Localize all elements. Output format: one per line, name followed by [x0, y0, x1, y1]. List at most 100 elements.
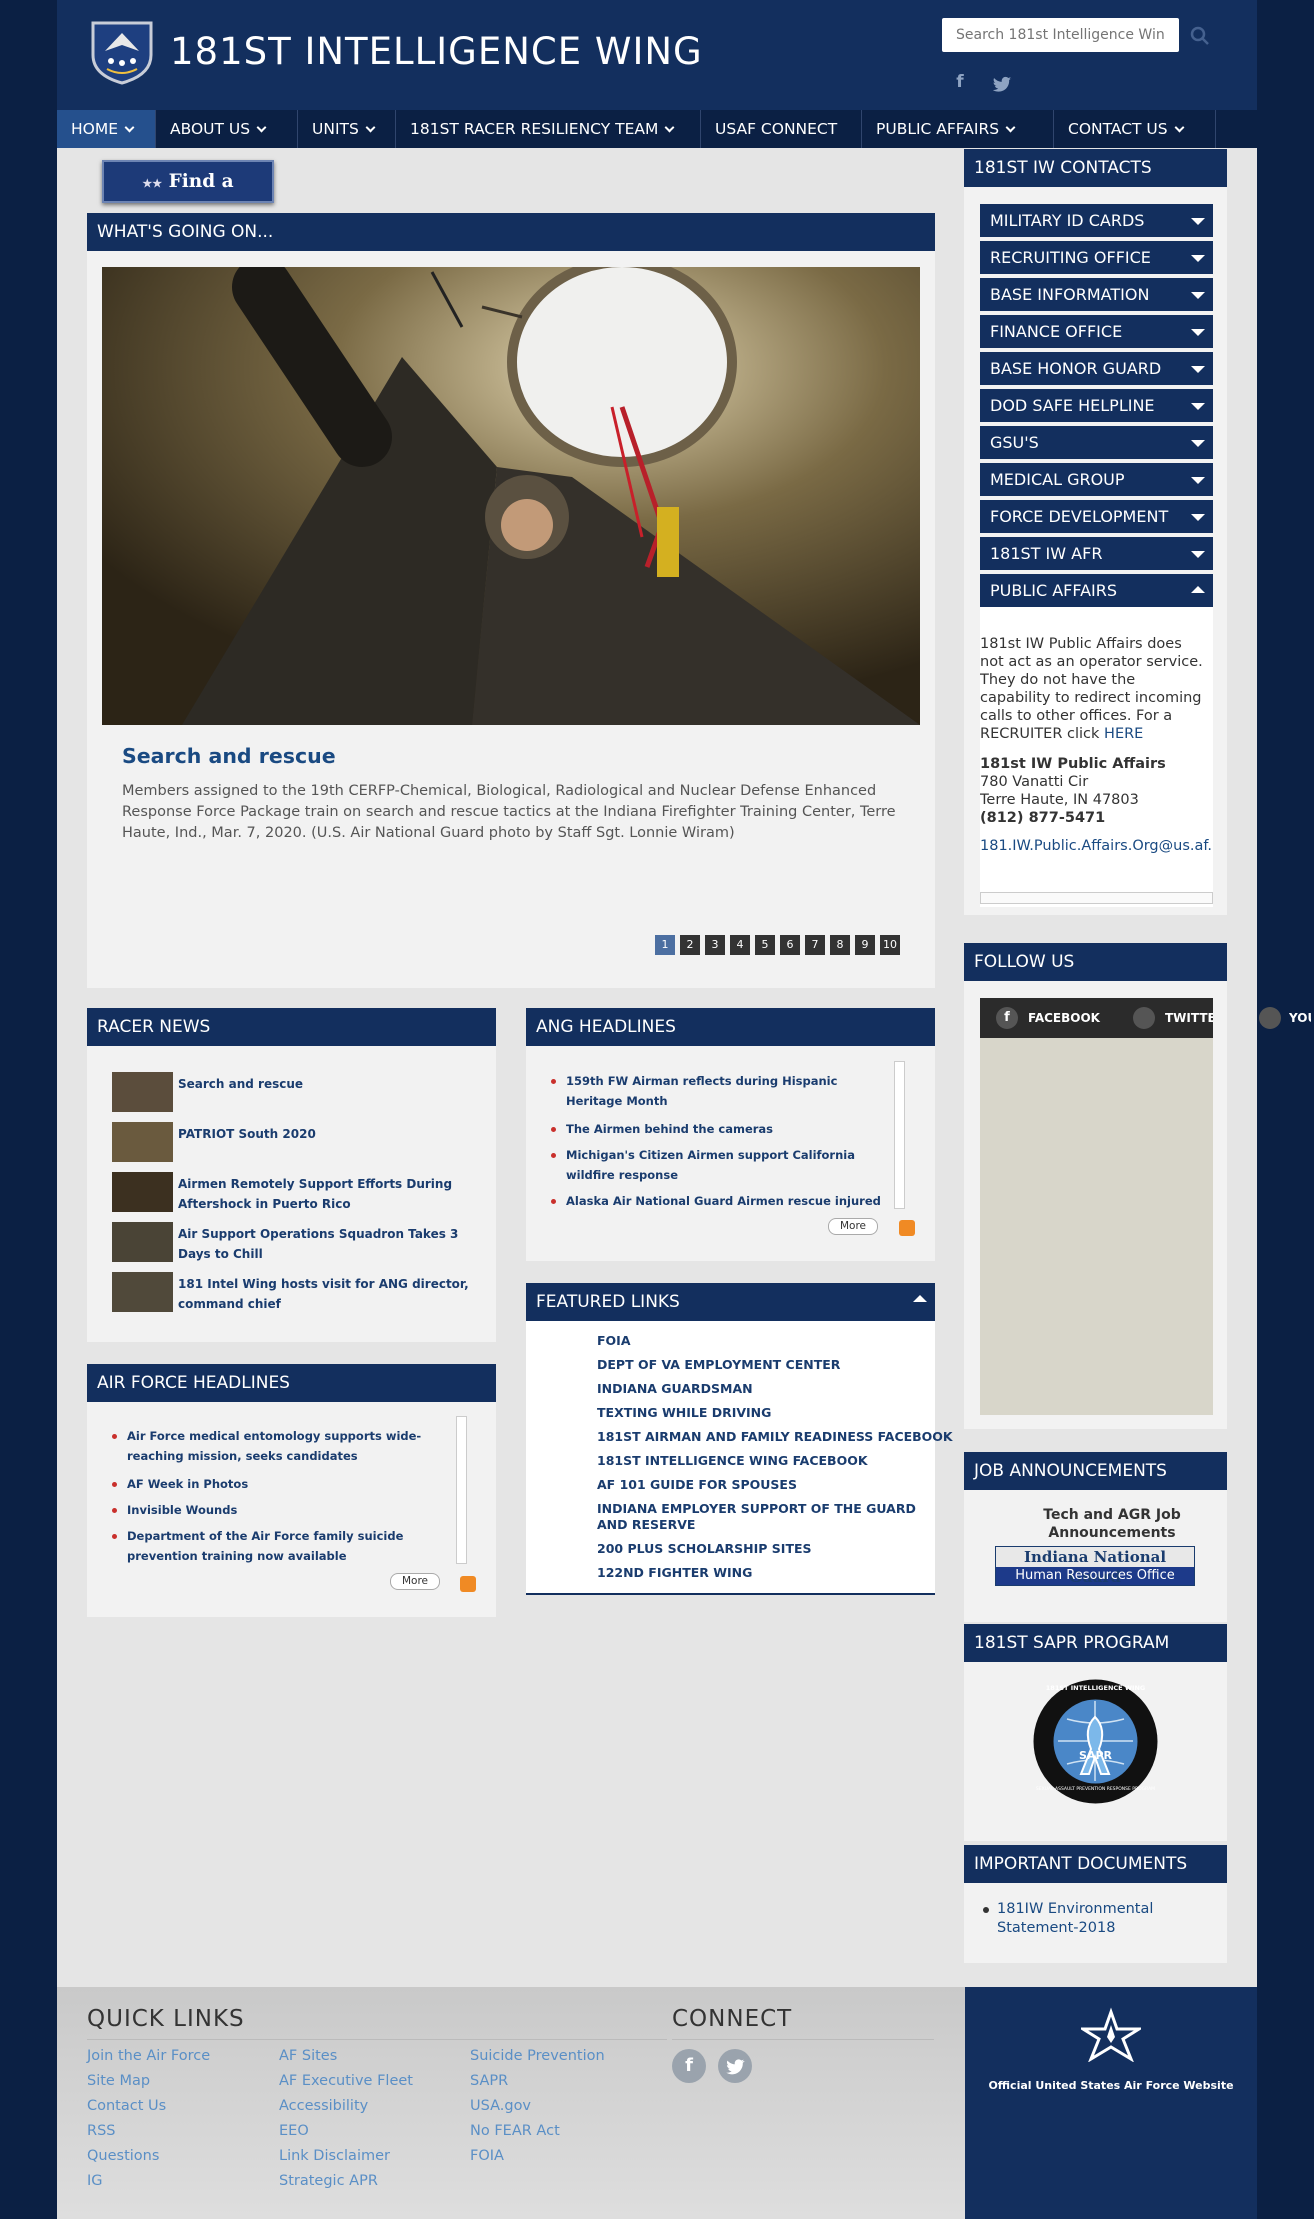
collapse-icon[interactable]	[913, 1295, 927, 1302]
nav-contact-us[interactable]: CONTACT US	[1054, 110, 1216, 148]
nav-usaf-connect[interactable]: USAF CONNECT	[701, 110, 862, 148]
nav-about-us[interactable]: ABOUT US	[156, 110, 298, 148]
tab-facebook[interactable]: FACEBOOK	[1028, 1011, 1100, 1025]
slide-page-1[interactable]: 1	[655, 935, 675, 955]
tab-twitter[interactable]: TWITTER	[1165, 1011, 1213, 1025]
scrollbar[interactable]	[894, 1061, 905, 1209]
news-title[interactable]: Airmen Remotely Support Efforts During A…	[178, 1174, 478, 1214]
accordion-medical[interactable]: MEDICAL GROUP	[980, 463, 1213, 496]
footer-link[interactable]: SAPR	[470, 2073, 508, 2089]
footer-link[interactable]: AF Executive Fleet	[279, 2073, 413, 2089]
accordion-gsus[interactable]: GSU'S	[980, 426, 1213, 459]
twitter-icon[interactable]	[991, 74, 1013, 96]
news-title[interactable]: Air Support Operations Squadron Takes 3 …	[178, 1224, 478, 1264]
nav-resiliency-team[interactable]: 181ST RACER RESILIENCY TEAM	[396, 110, 701, 148]
footer-link[interactable]: EEO	[279, 2123, 309, 2139]
af-website-block[interactable]: Official United States Air Force Website	[965, 1987, 1257, 2219]
list-item[interactable]: Air Force medical entomology supports wi…	[112, 1426, 427, 1466]
pa-recruiter-link[interactable]: HERE	[1104, 726, 1143, 742]
featured-link[interactable]: DEPT OF VA EMPLOYMENT CENTER	[597, 1357, 957, 1373]
list-item[interactable]: The Airmen behind the cameras	[551, 1119, 886, 1139]
headline-text[interactable]: The Airmen behind the cameras	[566, 1122, 773, 1136]
pa-email-link[interactable]: 181.IW.Public.Affairs.Org@us.af.mil	[980, 837, 1213, 855]
list-item[interactable]: 159th FW Airman reflects during Hispanic…	[551, 1071, 886, 1111]
headline-text[interactable]: Invisible Wounds	[127, 1503, 237, 1517]
slide-page-6[interactable]: 6	[780, 935, 800, 955]
news-title[interactable]: PATRIOT South 2020	[178, 1124, 478, 1144]
accordion-finance[interactable]: FINANCE OFFICE	[980, 315, 1213, 348]
accordion-base-info[interactable]: BASE INFORMATION	[980, 278, 1213, 311]
af-website-text[interactable]: Official United States Air Force Website	[965, 2079, 1257, 2092]
featured-link[interactable]: TEXTING WHILE DRIVING	[597, 1405, 957, 1421]
accordion-honor-guard[interactable]: BASE HONOR GUARD	[980, 352, 1213, 385]
featured-link[interactable]: 200 PLUS SCHOLARSHIP SITES	[597, 1541, 957, 1557]
footer-link[interactable]: RSS	[87, 2123, 115, 2139]
list-item[interactable]: Department of the Air Force family suici…	[112, 1526, 427, 1566]
footer-link[interactable]: Questions	[87, 2148, 159, 2164]
footer-link[interactable]: FOIA	[470, 2148, 504, 2164]
footer-link[interactable]: AF Sites	[279, 2048, 337, 2064]
rss-icon[interactable]	[460, 1576, 476, 1592]
facebook-icon[interactable]: f	[672, 2049, 706, 2083]
wing-logo[interactable]	[87, 17, 157, 87]
footer-link[interactable]: Contact Us	[87, 2098, 166, 2114]
featured-link[interactable]: FOIA	[597, 1333, 957, 1349]
featured-link[interactable]: INDIANA GUARDSMAN	[597, 1381, 957, 1397]
featured-link[interactable]: INDIANA EMPLOYER SUPPORT OF THE GUARD AN…	[597, 1501, 947, 1533]
jobs-text[interactable]: Tech and AGR Job Announcements	[1017, 1506, 1207, 1542]
footer-link[interactable]: Site Map	[87, 2073, 150, 2089]
headline-text[interactable]: Department of the Air Force family suici…	[127, 1529, 403, 1563]
slide-page-7[interactable]: 7	[805, 935, 825, 955]
featured-link[interactable]: 181ST AIRMAN AND FAMILY READINESS FACEBO…	[597, 1429, 957, 1445]
list-item[interactable]: Michigan's Citizen Airmen support Califo…	[551, 1145, 886, 1185]
slide-page-3[interactable]: 3	[705, 935, 725, 955]
headline-text[interactable]: Alaska Air National Guard Airmen rescue …	[566, 1194, 881, 1208]
site-title[interactable]: 181ST INTELLIGENCE WING	[170, 30, 703, 73]
tab-youtube[interactable]: YOUTUBE	[1289, 1011, 1311, 1025]
accordion-safe-helpline[interactable]: DOD SAFE HELPLINE	[980, 389, 1213, 422]
headline-text[interactable]: AF Week in Photos	[127, 1477, 248, 1491]
more-button[interactable]: More	[828, 1218, 878, 1235]
twitter-icon[interactable]	[1133, 1007, 1155, 1029]
horizontal-scrollbar[interactable]	[980, 892, 1213, 904]
accordion-iw-afr[interactable]: 181ST IW AFR	[980, 537, 1213, 570]
search-input[interactable]	[942, 18, 1179, 52]
document-link[interactable]: 181IW Environmental Statement-2018	[997, 1900, 1167, 1938]
slide-title[interactable]: Search and rescue	[122, 744, 336, 768]
scrollbar[interactable]	[456, 1416, 467, 1564]
youtube-icon[interactable]	[1259, 1007, 1281, 1029]
featured-links-header[interactable]: FEATURED LINKS	[526, 1283, 935, 1321]
list-item[interactable]: Invisible Wounds	[112, 1500, 427, 1520]
featured-link[interactable]: 122ND FIGHTER WING	[597, 1565, 957, 1581]
featured-link[interactable]: 181ST INTELLIGENCE WING FACEBOOK	[597, 1453, 957, 1469]
find-recruiter-button[interactable]: ★★ Find a Recruiter ★★	[102, 160, 274, 233]
footer-link[interactable]: Strategic APR	[279, 2173, 378, 2189]
slide-page-4[interactable]: 4	[730, 935, 750, 955]
accordion-public-affairs[interactable]: PUBLIC AFFAIRS	[980, 574, 1213, 607]
footer-link[interactable]: USA.gov	[470, 2098, 531, 2114]
news-title[interactable]: 181 Intel Wing hosts visit for ANG direc…	[178, 1274, 478, 1314]
twitter-icon[interactable]	[718, 2049, 752, 2083]
featured-link[interactable]: AF 101 GUIDE FOR SPOUSES	[597, 1477, 957, 1493]
slide-page-8[interactable]: 8	[830, 935, 850, 955]
slide-page-10[interactable]: 10	[880, 935, 900, 955]
headline-text[interactable]: Air Force medical entomology supports wi…	[127, 1429, 421, 1463]
slide-page-9[interactable]: 9	[855, 935, 875, 955]
accordion-force-dev[interactable]: FORCE DEVELOPMENT	[980, 500, 1213, 533]
accordion-recruiting[interactable]: RECRUITING OFFICE	[980, 241, 1213, 274]
search-icon[interactable]	[1188, 24, 1212, 48]
slide-photo[interactable]	[102, 267, 920, 725]
facebook-icon[interactable]: f	[949, 72, 971, 94]
list-item[interactable]: AF Week in Photos	[112, 1474, 427, 1494]
accordion-military-id[interactable]: MILITARY ID CARDS	[980, 204, 1213, 237]
more-button[interactable]: More	[390, 1573, 440, 1590]
nav-units[interactable]: UNITS	[298, 110, 396, 148]
list-item[interactable]: Alaska Air National Guard Airmen rescue …	[551, 1191, 886, 1211]
footer-link[interactable]: IG	[87, 2173, 103, 2189]
slide-page-5[interactable]: 5	[755, 935, 775, 955]
footer-link[interactable]: Link Disclaimer	[279, 2148, 390, 2164]
nav-home[interactable]: HOME	[57, 110, 156, 148]
footer-link[interactable]: No FEAR Act	[470, 2123, 560, 2139]
headline-text[interactable]: 159th FW Airman reflects during Hispanic…	[566, 1074, 837, 1108]
hr-office-badge[interactable]: Indiana National Guard Human Resources O…	[995, 1546, 1195, 1586]
